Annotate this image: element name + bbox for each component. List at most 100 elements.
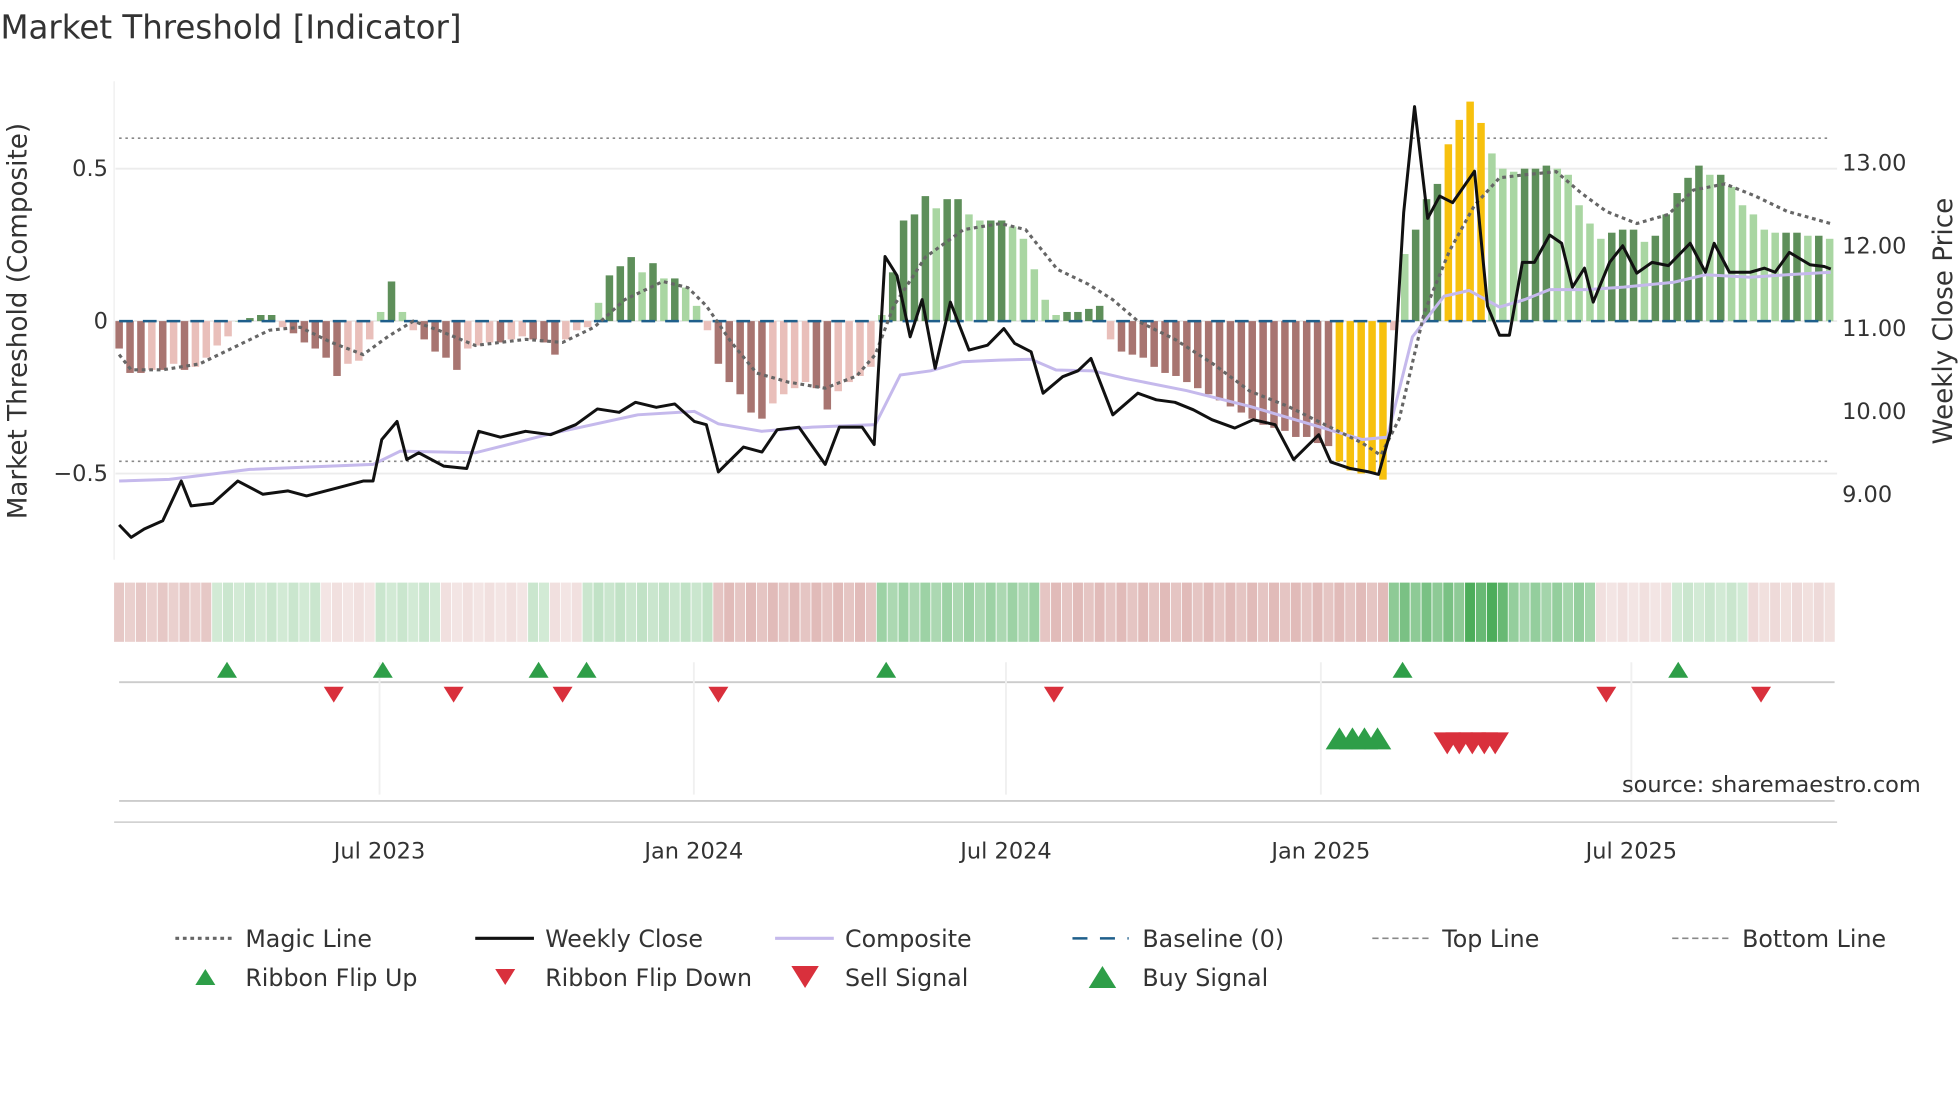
composite-bar (529, 321, 537, 340)
legend-label: Magic Line (245, 925, 372, 953)
composite-bar (1346, 321, 1355, 471)
composite-bar (431, 321, 439, 352)
x-tick-label: Jan 2025 (1269, 838, 1370, 864)
ribbon-cell (211, 581, 224, 643)
composite-bar (376, 311, 385, 322)
composite-bar (1804, 235, 1812, 322)
ribbon-cell (429, 581, 441, 643)
ribbon-cell (1529, 581, 1542, 643)
legend-buy-signal-icon (1088, 966, 1117, 989)
ribbon-cell (1540, 581, 1553, 643)
ribbon-cell (963, 581, 975, 643)
ribbon-cell (1104, 581, 1117, 643)
y-axis-right: 13.00 12.00 11.00 10.00 9.00 (1842, 150, 1906, 507)
ribbon-cell (1028, 581, 1041, 643)
legend: Magic Line Weekly Close Composite Baseline … (175, 925, 1886, 992)
ribbon-cell (309, 581, 322, 643)
ribbon-cell (222, 581, 234, 643)
ribbon-cell (560, 581, 572, 643)
composite-bar (681, 287, 690, 322)
ribbon-cell (1017, 581, 1030, 643)
composite-bar (518, 321, 527, 337)
ribbon-strip (113, 581, 1836, 643)
composite-bar (779, 321, 788, 395)
composite-bar (180, 321, 189, 370)
composite-bar (1488, 153, 1496, 322)
ribbon-cell (440, 581, 452, 643)
composite-bar (1564, 174, 1572, 322)
ribbon-cell (124, 581, 136, 643)
ribbon-cell (135, 581, 147, 643)
ribbon-cell (1170, 581, 1182, 643)
ribbon-cell (200, 581, 213, 643)
ribbon-cell (1311, 581, 1324, 643)
ribbon-cell (1039, 581, 1052, 643)
ribbon-flip-up-marker (528, 661, 549, 678)
composite-bar (158, 321, 167, 370)
composite-bar (1128, 321, 1137, 355)
composite-bar (474, 321, 483, 346)
ribbon-cell (461, 581, 474, 643)
ribbon-cell (723, 581, 736, 643)
ribbon-cell (1682, 581, 1694, 643)
ribbon-cell (603, 581, 616, 643)
ribbon-cell (1605, 581, 1618, 643)
ribbon-cell (1627, 581, 1640, 643)
composite-bar (692, 305, 701, 322)
ribbon-cell (1780, 581, 1792, 643)
ribbon-cell (1442, 581, 1455, 643)
composite-bar (137, 321, 145, 373)
ribbon-cell (1082, 581, 1095, 643)
ribbon-cell (1289, 581, 1302, 643)
composite-bar (551, 321, 559, 355)
legend-sell-signal-icon (791, 966, 819, 989)
composite-bar (965, 214, 973, 322)
ribbon-cell (908, 581, 921, 643)
legend-label: Baseline (0) (1142, 925, 1284, 953)
ribbon-cell (1050, 581, 1062, 643)
ribbon-cell (1649, 581, 1662, 643)
composite-bar (1815, 235, 1823, 322)
ribbon-cell (1703, 581, 1716, 643)
ribbon-cell (146, 581, 158, 643)
x-tick-label: Jul 2023 (332, 838, 425, 864)
ribbon-cell (1388, 581, 1400, 643)
y-axis-label-right: Weekly Close Price (1929, 198, 1959, 445)
composite-bar (627, 257, 635, 322)
y-tick-label: 0.5 (72, 156, 108, 182)
ribbon-cell (1562, 581, 1575, 643)
composite-bar (1106, 321, 1115, 340)
composite-bar (344, 321, 352, 364)
ribbon-cell (1322, 581, 1335, 643)
y-right-tick-label: 9.00 (1842, 482, 1892, 508)
ribbon-cell (614, 581, 627, 643)
ribbon-cell (331, 581, 343, 643)
ribbon-cell (1638, 581, 1651, 643)
ribbon-cell (1758, 581, 1771, 643)
x-axis: Jul 2023 Jan 2024 Jul 2024 Jan 2025 Jul 2025 (332, 838, 1677, 864)
composite-bar (464, 321, 472, 349)
composite-bar (1161, 321, 1169, 373)
ribbon-cell (1486, 581, 1498, 643)
x-tick-label: Jan 2024 (642, 838, 743, 864)
x-tick-label: Jul 2025 (1584, 838, 1677, 864)
ribbon-cell (353, 581, 365, 643)
composite-bar (1139, 321, 1148, 358)
ribbon-cell (1006, 581, 1019, 643)
composite-bar (1172, 321, 1180, 376)
ribbon-cell (1431, 581, 1444, 643)
legend-label: Ribbon Flip Up (245, 964, 417, 992)
ribbon-cell (570, 581, 583, 643)
composite-bar (398, 311, 407, 322)
ribbon-cell (1769, 581, 1782, 643)
composite-bar (1629, 229, 1638, 322)
composite-line (119, 270, 1831, 483)
ribbon-cell (549, 581, 561, 643)
ribbon-cell (658, 581, 670, 643)
ribbon-cell (668, 581, 681, 643)
ribbon-cell (1072, 581, 1084, 643)
ribbon-cell (1671, 581, 1683, 643)
ribbon-cell (1573, 581, 1585, 643)
ribbon-cell (1823, 581, 1836, 643)
composite-bar (1793, 232, 1801, 322)
